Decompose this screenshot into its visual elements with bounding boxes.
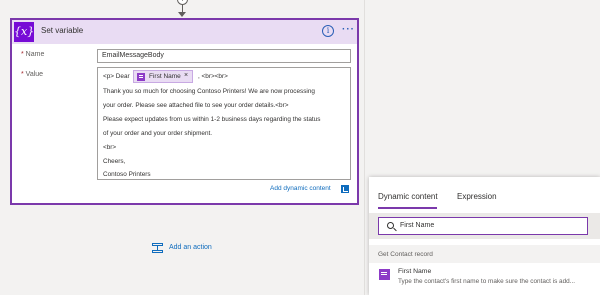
token-label: First Name [149,73,181,80]
entity-icon [137,73,145,81]
value-line: Cheers, [103,158,126,165]
add-action-icon[interactable] [152,243,163,253]
value-label-text: Value [25,71,44,78]
card-header[interactable]: {x} Set variable i ··· [12,20,357,44]
more-options-icon[interactable]: ··· [342,24,355,35]
result-description: Type the contact's first name to make su… [398,278,576,285]
tab-dynamic-content[interactable]: Dynamic content [378,192,438,201]
card-title: Set variable [41,26,84,35]
dynamic-token-first-name[interactable]: First Name × [133,70,193,83]
value-line: Contoso Printers [103,171,151,178]
arrow-down-icon [178,12,186,17]
search-bar: First Name [369,213,600,239]
add-an-action-button[interactable]: Add an action [169,244,212,251]
value-label: * Value [21,71,44,78]
value-line: , <br><br> [198,73,228,80]
variable-icon: {x} [14,22,34,42]
value-line: Please expect updates from us within 1-2… [103,116,321,123]
search-input[interactable]: First Name [378,217,588,235]
divider [364,0,365,295]
token-remove-icon[interactable]: × [184,72,188,79]
dynamic-content-icon[interactable] [341,185,349,193]
value-line: <br> [103,144,117,151]
search-icon [387,222,394,229]
name-label-text: Name [25,51,45,58]
set-variable-card: {x} Set variable i ··· * Name EmailMessa… [10,18,359,205]
name-dropdown[interactable]: EmailMessageBody [97,49,351,63]
value-line: Thank you so much for choosing Contoso P… [103,88,315,95]
dynamic-content-panel: Dynamic content Expression First Name Ge… [369,177,600,295]
section-label: Get Contact record [378,251,433,258]
value-line: your order. Please see attached file to … [103,102,289,109]
value-line: of your order and your order shipment. [103,130,213,137]
value-textarea[interactable]: <p> Dear First Name × , <br><br> Thank y… [97,67,351,180]
value-line: <p> Dear [103,73,130,80]
search-value: First Name [400,222,435,229]
entity-icon [379,269,390,280]
info-icon[interactable]: i [322,25,334,37]
add-dynamic-content-link[interactable]: Add dynamic content [270,185,331,192]
section-header[interactable]: Get Contact record [369,245,600,263]
result-title: First Name [398,268,432,275]
active-tab-indicator [378,207,437,209]
name-label: * Name [21,51,45,58]
list-item[interactable]: First Name Type the contact's first name… [369,265,600,293]
tab-expression[interactable]: Expression [457,192,497,201]
